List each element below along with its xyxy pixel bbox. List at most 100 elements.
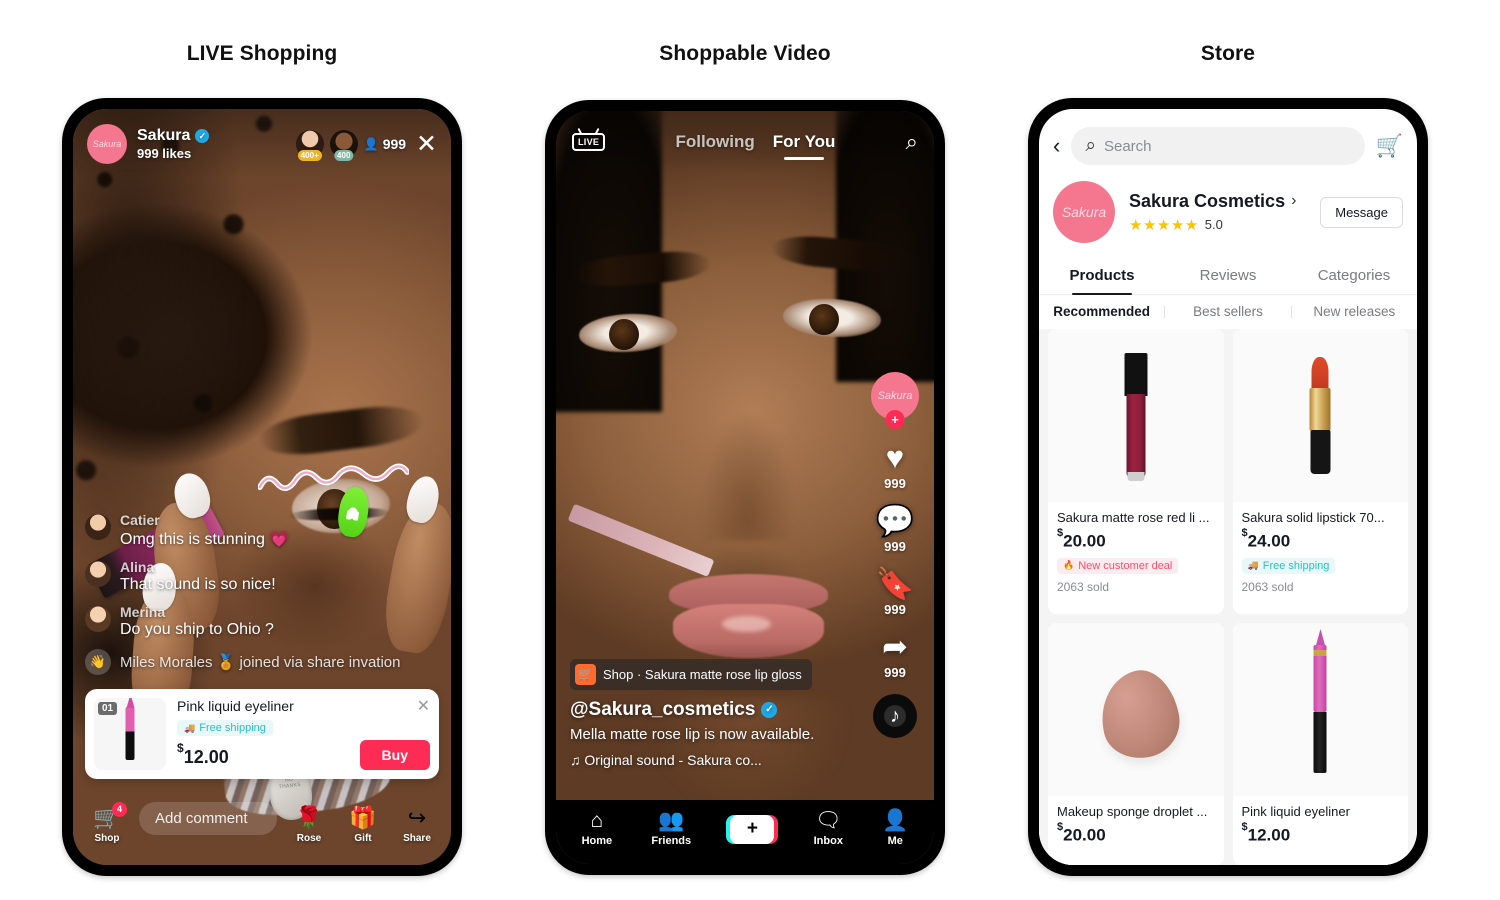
feed-tabs: Following For You <box>675 132 835 160</box>
commenter-name: Catier <box>120 512 160 528</box>
column-title-live-shopping: LIVE Shopping <box>186 42 338 65</box>
nav-friends[interactable]: 👥 Friends <box>651 810 691 849</box>
tab-products[interactable]: Products <box>1039 257 1165 295</box>
nav-friends-label: Friends <box>651 834 692 847</box>
fire-icon: 🔥 <box>1063 560 1075 571</box>
share-button[interactable]: ➦ 999 <box>868 631 922 680</box>
store-rating: ★★★★★ 5.0 <box>1129 216 1296 234</box>
eyeliner-product-art <box>125 706 135 760</box>
viewer-count-group[interactable]: 👤 999 <box>364 136 406 152</box>
share-label: Share <box>403 832 431 844</box>
lip-gloss-art <box>1124 353 1148 481</box>
creator-avatar-follow[interactable]: Sakura + <box>871 372 919 429</box>
product-card[interactable]: Sakura matte rose red li ... $20.00 🔥 Ne… <box>1048 329 1224 614</box>
product-card[interactable]: Sakura solid lipstick 70... $24.00 🚚 Fre… <box>1232 329 1408 614</box>
nav-home[interactable]: ⌂ Home <box>582 810 613 849</box>
shop-button[interactable]: 🛒 4 Shop <box>85 801 129 844</box>
product-price: $20.00 <box>1057 821 1215 846</box>
tab-for-you[interactable]: For You <box>773 132 835 160</box>
eyeliner-art <box>1313 628 1327 773</box>
store-avatar[interactable]: Sakura <box>1053 181 1115 243</box>
nav-me[interactable]: 👤 Me <box>882 810 908 849</box>
search-input[interactable]: ⌕ Search <box>1071 127 1365 165</box>
host-name: Sakura <box>137 127 191 144</box>
subtab-recommended[interactable]: Recommended <box>1039 304 1164 319</box>
share-button[interactable]: ↪ Share <box>395 805 439 844</box>
video-description: Mella matte rose lip is now available. <box>570 725 815 743</box>
commenter-avatar[interactable] <box>85 606 111 632</box>
viewer-count: 999 <box>382 136 407 152</box>
comment-body: Do you ship to Ohio ? <box>120 621 274 638</box>
commenter-avatar[interactable] <box>85 561 111 587</box>
home-icon: ⌂ <box>590 808 604 832</box>
store-subtabs: Recommended Best sellers New releases <box>1039 295 1417 329</box>
close-icon[interactable]: ✕ <box>416 131 437 157</box>
product-price: $24.00 <box>1242 527 1400 552</box>
shopping-cart-icon[interactable]: 🛒 <box>1376 133 1403 159</box>
product-card[interactable]: Pink liquid eyeliner $12.00 <box>1232 622 1408 865</box>
music-disc-icon[interactable]: ♪ <box>873 694 917 738</box>
host-avatar[interactable]: Sakura <box>87 124 127 164</box>
store-page: ‹ ⌕ Search 🛒 Sakura Sakura Cosmetics › ★… <box>1039 109 1417 865</box>
store-name-row[interactable]: Sakura Cosmetics › <box>1129 191 1296 212</box>
buy-button[interactable]: Buy <box>359 740 430 770</box>
live-badge-icon[interactable]: LIVE <box>572 133 606 151</box>
search-icon[interactable]: ⌕ <box>906 129 918 155</box>
wave-icon: 👋 <box>85 649 111 675</box>
product-title: Pink liquid eyeliner <box>177 698 294 714</box>
price-value: 12.00 <box>1247 825 1291 845</box>
currency-symbol: $ <box>1241 820 1248 833</box>
shop-product-tag[interactable]: 🛒 Shop · Sakura matte rose lip gloss <box>570 658 812 690</box>
free-shipping-badge: 🚚 Free shipping <box>177 720 273 736</box>
video-sound-label[interactable]: ♫ Original sound - Sakura co... <box>570 752 870 768</box>
rose-gift-button[interactable]: 🌹 Rose <box>287 805 331 844</box>
search-placeholder: Search <box>1103 137 1152 155</box>
subtab-new-releases[interactable]: New releases <box>1292 304 1417 319</box>
currency-symbol: $ <box>177 741 184 755</box>
nav-inbox-label: Inbox <box>813 834 843 847</box>
nav-me-label: Me <box>887 834 903 847</box>
nav-inbox[interactable]: 🗨 Inbox <box>814 810 843 849</box>
commenter-avatar[interactable] <box>85 514 111 540</box>
viewer-rank-badge: 400+ <box>297 150 322 161</box>
product-title: Makeup sponge droplet ... <box>1057 803 1208 819</box>
store-top-bar: ‹ ⌕ Search 🛒 <box>1039 109 1417 175</box>
comment-text-group: Alina That sound is so nice! <box>120 559 276 594</box>
tab-following[interactable]: Following <box>675 132 754 152</box>
subtab-best-sellers[interactable]: Best sellers <box>1165 304 1290 319</box>
tab-categories[interactable]: Categories <box>1291 257 1417 294</box>
price-value: 20.00 <box>1063 825 1106 845</box>
host-name-row: Sakura ✓ <box>137 127 210 145</box>
nav-create[interactable]: + <box>726 814 779 844</box>
tab-reviews[interactable]: Reviews <box>1165 257 1291 294</box>
person-icon: 👤 <box>882 808 909 832</box>
search-icon: ⌕ <box>1085 135 1096 156</box>
column-title-shoppable-video: Shoppable Video <box>659 42 831 65</box>
viewer-avatar[interactable]: 400 <box>329 130 358 161</box>
bookmark-button[interactable]: 🔖 999 <box>868 568 922 617</box>
live-product-card[interactable]: 01 ✕ Pink liquid eyeliner 🚚 Free shippin… <box>85 689 439 779</box>
store-tabs: Products Reviews Categories <box>1039 257 1417 295</box>
gift-icon: 🎁 <box>349 804 377 830</box>
inbox-icon: 🗨 <box>814 808 842 832</box>
comment-body: Omg this is stunning 💗 <box>120 531 290 548</box>
live-comments-list: Catier Omg this is stunning 💗 Alina That… <box>85 512 425 675</box>
shop-badge-count: 4 <box>112 801 127 817</box>
comment-body: That sound is so nice! <box>120 576 276 593</box>
like-count: 999 <box>884 476 906 491</box>
video-top-bar: LIVE Following For You ⌕ <box>556 111 934 173</box>
video-username-row[interactable]: @Sakura_cosmetics ✓ <box>570 699 870 721</box>
message-button[interactable]: Message <box>1320 196 1403 228</box>
product-sold-count: 2063 sold <box>1241 579 1294 594</box>
free-shipping-badge: 🚚 Free shipping <box>1241 557 1336 574</box>
comment-button[interactable]: 💬 999 <box>868 505 922 554</box>
viewer-avatar[interactable]: 400+ <box>295 130 324 161</box>
verified-badge-icon: ✓ <box>195 129 210 143</box>
gift-button[interactable]: 🎁 Gift <box>341 805 385 844</box>
like-button[interactable]: ♥ 999 <box>868 442 922 491</box>
bookmark-icon: 🔖 <box>875 566 915 601</box>
back-arrow-icon[interactable]: ‹ <box>1053 135 1060 157</box>
product-card[interactable]: Makeup sponge droplet ... $20.00 <box>1048 622 1224 865</box>
close-icon[interactable]: ✕ <box>417 696 430 716</box>
add-comment-input[interactable]: Add comment <box>139 801 277 835</box>
